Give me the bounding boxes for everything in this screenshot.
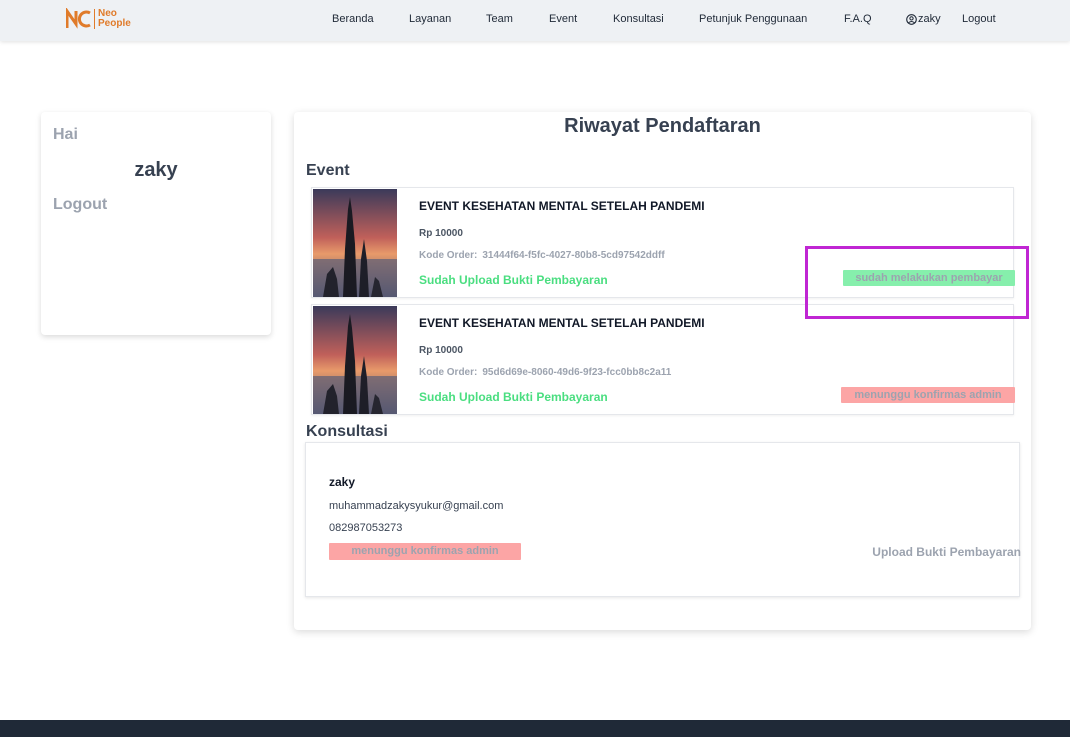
consultation-section-heading: Konsultasi xyxy=(306,423,388,440)
footer xyxy=(0,720,1070,737)
event-thumbnail xyxy=(313,306,397,414)
consultation-card: zaky muhammadzakysyukur@gmail.com 082987… xyxy=(305,442,1021,597)
event-section-heading: Event xyxy=(306,162,350,179)
event-order-card: EVENT KESEHATAN MENTAL SETELAH PANDEMI R… xyxy=(311,304,1015,415)
nav-item-faq[interactable]: F.A.Q xyxy=(844,13,872,25)
nav-item-team[interactable]: Team xyxy=(486,13,513,25)
payment-status-badge: menunggu konfirmas admin xyxy=(841,387,1015,403)
order-code-value: 31444f64-f5fc-4027-80b8-5cd97542ddff xyxy=(482,250,665,261)
event-title: EVENT KESEHATAN MENTAL SETELAH PANDEMI xyxy=(419,199,705,213)
event-thumbnail xyxy=(313,189,397,297)
order-code-value: 95d6d69e-8060-49d6-9f23-fcc0bb8c2a11 xyxy=(482,367,672,378)
upload-status-text: Sudah Upload Bukti Pembayaran xyxy=(419,273,608,287)
nav-logout[interactable]: Logout xyxy=(962,13,996,25)
sidebar-username: zaky xyxy=(134,159,178,181)
consult-phone: 082987053273 xyxy=(329,522,403,534)
sidebar-logout-link[interactable]: Logout xyxy=(53,196,107,214)
consult-name: zaky xyxy=(329,475,356,489)
event-price: Rp 10000 xyxy=(419,228,463,239)
nav-item-event[interactable]: Event xyxy=(549,13,577,25)
nav-item-petunjuk[interactable]: Petunjuk Penggunaan xyxy=(699,13,807,25)
page-title: Riwayat Pendaftaran xyxy=(564,115,761,137)
order-code: Kode Order: 95d6d69e-8060-49d6-9f23-fcc0b… xyxy=(419,367,671,378)
nav-user[interactable]: zaky xyxy=(906,13,941,25)
event-price: Rp 10000 xyxy=(419,345,463,356)
consult-email: muhammadzakysyukur@gmail.com xyxy=(329,500,504,512)
user-icon xyxy=(906,13,917,25)
order-code-label: Kode Order: xyxy=(419,250,478,261)
nav-item-layanan[interactable]: Layanan xyxy=(409,13,451,25)
registration-history-panel: Riwayat Pendaftaran Event EVENT KESEHATA… xyxy=(294,112,1031,630)
consult-status-badge: menunggu konfirmas admin xyxy=(329,543,521,560)
profile-sidebar: Hai zaky Logout xyxy=(41,112,271,335)
navbar: Neo People Beranda Layanan Team Event Ko… xyxy=(0,0,1070,41)
highlight-box xyxy=(805,246,1029,319)
nav-item-konsultasi[interactable]: Konsultasi xyxy=(613,13,664,25)
event-title: EVENT KESEHATAN MENTAL SETELAH PANDEMI xyxy=(419,316,705,330)
nav-menu: Beranda Layanan Team Event Konsultasi Pe… xyxy=(0,0,1070,41)
order-code-label: Kode Order: xyxy=(419,367,478,378)
upload-status-text: Sudah Upload Bukti Pembayaran xyxy=(419,390,608,404)
nav-item-beranda[interactable]: Beranda xyxy=(332,13,374,25)
order-code: Kode Order: 31444f64-f5fc-4027-80b8-5cd97… xyxy=(419,250,665,261)
sidebar-greeting: Hai xyxy=(53,126,78,143)
upload-proof-link[interactable]: Upload Bukti Pembayaran xyxy=(872,545,1021,559)
nav-user-name: zaky xyxy=(918,13,941,25)
